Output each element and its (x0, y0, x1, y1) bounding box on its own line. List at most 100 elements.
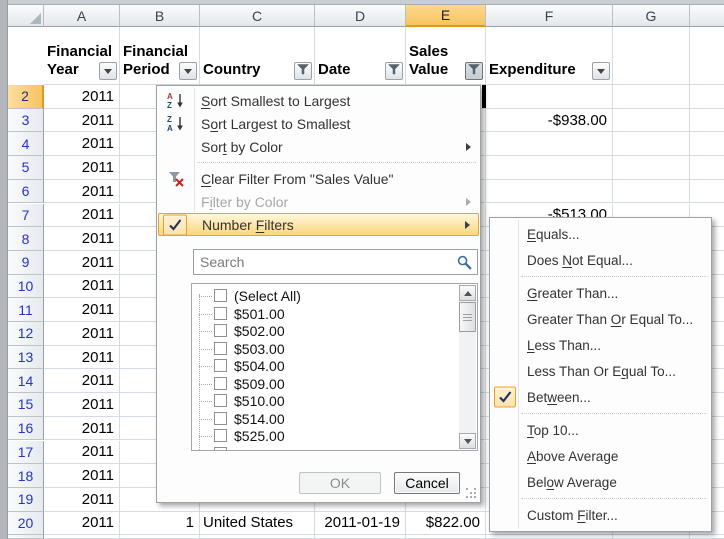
checkbox[interactable] (214, 447, 227, 452)
header-cell-A1[interactable]: FinancialYear (44, 27, 120, 85)
submenu-item-greater-than[interactable]: Greater Than... (491, 280, 710, 306)
filter-button-expenditure[interactable] (592, 62, 610, 80)
resize-grip-icon[interactable] (466, 488, 477, 499)
row-header-11[interactable]: 11 (8, 298, 44, 322)
header-cell-E1[interactable]: SalesValue (406, 27, 486, 85)
checkbox[interactable] (214, 342, 227, 355)
cell-F3[interactable]: -$938.00 (486, 109, 613, 133)
column-header-D[interactable]: D (315, 5, 406, 27)
row-header-9[interactable]: 9 (8, 251, 44, 275)
row-header-17[interactable]: 17 (8, 441, 44, 465)
row-header-5[interactable]: 5 (8, 156, 44, 180)
header-cell-G1[interactable] (613, 27, 690, 85)
header-cell-H1[interactable] (690, 27, 724, 85)
cell-A7[interactable]: 2011 (44, 204, 120, 228)
cell-A12[interactable]: 2011 (44, 322, 120, 346)
column-header-B[interactable]: B (120, 5, 200, 27)
submenu-item-does-not-equal[interactable]: Does Not Equal... (491, 247, 710, 273)
cell-B20[interactable]: 1 (120, 512, 200, 536)
cell-A17[interactable]: 2011 (44, 441, 120, 465)
submenu-item-less-than[interactable]: Less Than... (491, 332, 710, 358)
filter-value-510-00[interactable]: $510.00 (192, 392, 457, 410)
checkbox[interactable] (214, 324, 227, 337)
cell-G4[interactable] (613, 132, 690, 156)
row-header-8[interactable]: 8 (8, 227, 44, 251)
cell-A10[interactable]: 2011 (44, 275, 120, 299)
search-input[interactable] (194, 250, 477, 274)
column-header-A[interactable]: A (44, 5, 120, 27)
submenu-item-top-10[interactable]: Top 10... (491, 417, 710, 443)
submenu-item-equals[interactable]: Equals... (491, 221, 710, 247)
filter-button-financial-period[interactable] (179, 62, 197, 80)
cell-C20[interactable]: United States (200, 512, 315, 536)
cell-A11[interactable]: 2011 (44, 298, 120, 322)
row-header-19[interactable]: 19 (8, 488, 44, 512)
cell-H3[interactable] (690, 109, 724, 133)
menu-item-sort-largest-to-smallest[interactable]: ZASort Largest to Smallest (158, 112, 479, 135)
cell-E20[interactable]: $822.00 (406, 512, 486, 536)
header-cell-D1[interactable]: Date (315, 27, 406, 85)
menu-item-number-filters[interactable]: Number Filters (158, 213, 479, 236)
cell-A9[interactable]: 2011 (44, 251, 120, 275)
scroll-up-button[interactable] (459, 285, 476, 301)
row-header-2[interactable]: 2 (8, 85, 44, 109)
cell-A19[interactable]: 2011 (44, 488, 120, 512)
row-header-13[interactable]: 13 (8, 346, 44, 370)
cell-A3[interactable]: 2011 (44, 109, 120, 133)
cell-H21-partial[interactable] (690, 535, 724, 539)
header-cell-B1[interactable]: FinancialPeriod (120, 27, 200, 85)
cell-F21-partial[interactable] (486, 535, 613, 539)
row-header-4[interactable]: 4 (8, 132, 44, 156)
submenu-item-below-average[interactable]: Below Average (491, 469, 710, 495)
menu-item-sort-smallest-to-largest[interactable]: AZSort Smallest to Largest (158, 89, 479, 112)
list-scrollbar[interactable] (459, 285, 476, 449)
cell-A14[interactable]: 2011 (44, 369, 120, 393)
filter-value-509-00[interactable]: $509.00 (192, 375, 457, 393)
filter-button-country[interactable] (294, 62, 312, 80)
cell-F4[interactable] (486, 132, 613, 156)
submenu-item-greater-than-or-equal-to[interactable]: Greater Than Or Equal To... (491, 306, 710, 332)
filter-value-504-00[interactable]: $504.00 (192, 357, 457, 375)
row-header-15[interactable]: 15 (8, 393, 44, 417)
cell-D21-partial[interactable] (315, 535, 406, 539)
filter-button-financial-year[interactable] (99, 62, 117, 80)
cell-H4[interactable] (690, 132, 724, 156)
checkbox[interactable] (214, 394, 227, 407)
submenu-item-less-than-or-equal-to[interactable]: Less Than Or Equal To... (491, 358, 710, 384)
scroll-down-button[interactable] (459, 433, 476, 449)
cell-A4[interactable]: 2011 (44, 132, 120, 156)
column-header-F[interactable]: F (486, 5, 613, 27)
filter-button-date[interactable] (385, 62, 403, 80)
row-header-10[interactable]: 10 (8, 275, 44, 299)
checkbox[interactable] (214, 289, 227, 302)
cell-G5[interactable] (613, 156, 690, 180)
row-header-3[interactable]: 3 (8, 109, 44, 133)
column-header-blank[interactable] (690, 5, 724, 27)
header-cell-F1[interactable]: Expenditure (486, 27, 613, 85)
select-all-corner[interactable] (8, 5, 44, 27)
header-cell-C1[interactable]: Country (200, 27, 315, 85)
cell-G3[interactable] (613, 109, 690, 133)
row-header-14[interactable]: 14 (8, 369, 44, 393)
checkbox[interactable] (214, 307, 227, 320)
filter-value-502-00[interactable]: $502.00 (192, 322, 457, 340)
cell-A21-partial[interactable] (44, 535, 120, 539)
cell-G2[interactable] (613, 85, 690, 109)
column-header-C[interactable]: C (200, 5, 315, 27)
cell-C21-partial[interactable] (200, 535, 315, 539)
filter-value-select-all[interactable]: (Select All) (192, 287, 457, 305)
filter-value-525-00[interactable]: $525.00 (192, 427, 457, 445)
cell-A8[interactable]: 2011 (44, 227, 120, 251)
filter-button-sales-value[interactable] (465, 62, 483, 80)
cell-B21-partial[interactable] (120, 535, 200, 539)
filter-value-514-00[interactable]: $514.00 (192, 410, 457, 428)
menu-item-clear-filter-from-sales-value[interactable]: Clear Filter From "Sales Value" (158, 167, 479, 190)
cell-A5[interactable]: 2011 (44, 156, 120, 180)
cell-A13[interactable]: 2011 (44, 346, 120, 370)
cell-D20[interactable]: 2011-01-19 (315, 512, 406, 536)
menu-item-filter-by-color[interactable]: Filter by Color (158, 190, 479, 213)
checkbox[interactable] (214, 359, 227, 372)
filter-value-501-00[interactable]: $501.00 (192, 305, 457, 323)
row-header-21-partial[interactable] (8, 535, 44, 539)
cell-H5[interactable] (690, 156, 724, 180)
